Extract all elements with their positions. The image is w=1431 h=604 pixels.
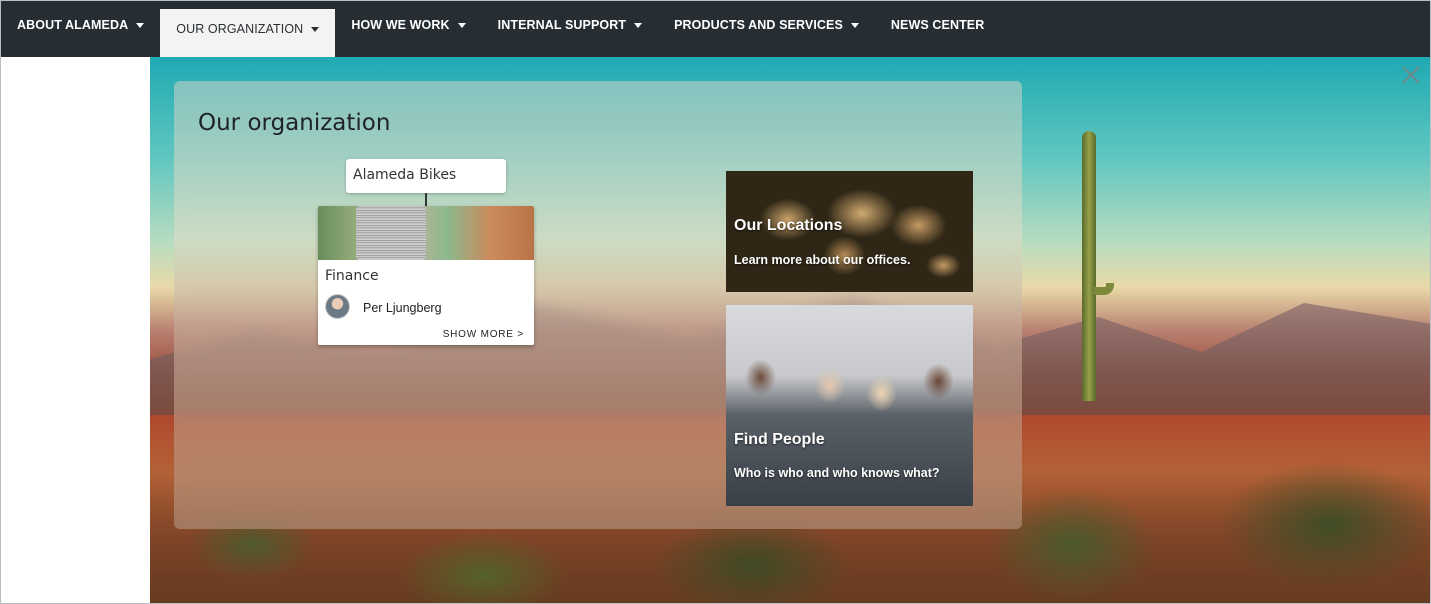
mega-menu-panel: Our organization Alameda Bikes Finance P… [174, 81, 1022, 529]
finance-card-image [318, 206, 534, 260]
tile-our-locations[interactable]: Our Locations Learn more about our offic… [726, 171, 973, 292]
caret-down-icon [136, 22, 145, 28]
nav-item-news-center[interactable]: NEWS CENTER [875, 1, 1000, 49]
nav-item-products-and-services[interactable]: PRODUCTS AND SERVICES [658, 1, 875, 49]
tile-title: Find People [734, 431, 825, 448]
page-frame: ABOUT ALAMEDA OUR ORGANIZATION HOW WE WO… [0, 0, 1431, 604]
caret-down-icon [457, 22, 466, 28]
panel-title: Our organization [198, 110, 391, 136]
top-navigation: ABOUT ALAMEDA OUR ORGANIZATION HOW WE WO… [1, 1, 1430, 57]
nav-item-about-alameda[interactable]: ABOUT ALAMEDA [1, 1, 160, 49]
nav-item-label: PRODUCTS AND SERVICES [674, 18, 843, 32]
nav-item-label: NEWS CENTER [890, 18, 985, 32]
nav-item-label: HOW WE WORK [351, 18, 450, 32]
coin-stack-image [356, 206, 426, 260]
nav-item-label: ABOUT ALAMEDA [17, 18, 129, 32]
org-card-name: Finance [325, 268, 379, 284]
caret-down-icon [634, 22, 643, 28]
org-chart-root[interactable]: Alameda Bikes [346, 159, 506, 193]
org-chart-card-finance[interactable]: Finance Per Ljungberg SHOW MORE > [318, 206, 534, 345]
person-name[interactable]: Per Ljungberg [363, 301, 442, 315]
nav-item-internal-support[interactable]: INTERNAL SUPPORT [482, 1, 658, 49]
nav-item-how-we-work[interactable]: HOW WE WORK [335, 1, 481, 49]
org-root-label: Alameda Bikes [353, 167, 457, 183]
show-more-link[interactable]: SHOW MORE > [443, 329, 524, 340]
cactus-arm-image [1094, 283, 1114, 295]
tile-title: Our Locations [734, 217, 843, 234]
nav-item-label: INTERNAL SUPPORT [497, 18, 627, 32]
caret-down-icon [311, 26, 320, 32]
tile-subtitle: Who is who and who knows what? [734, 466, 940, 480]
tile-subtitle: Learn more about our offices. [734, 253, 911, 267]
org-chart-connector [425, 193, 427, 206]
caret-down-icon [850, 22, 859, 28]
nav-item-label: OUR ORGANIZATION [176, 22, 304, 36]
close-icon[interactable] [1399, 63, 1423, 87]
cactus-image [1082, 131, 1096, 401]
tile-find-people[interactable]: Find People Who is who and who knows wha… [726, 305, 973, 506]
avatar[interactable] [325, 294, 350, 319]
nav-item-our-organization[interactable]: OUR ORGANIZATION [160, 9, 336, 57]
